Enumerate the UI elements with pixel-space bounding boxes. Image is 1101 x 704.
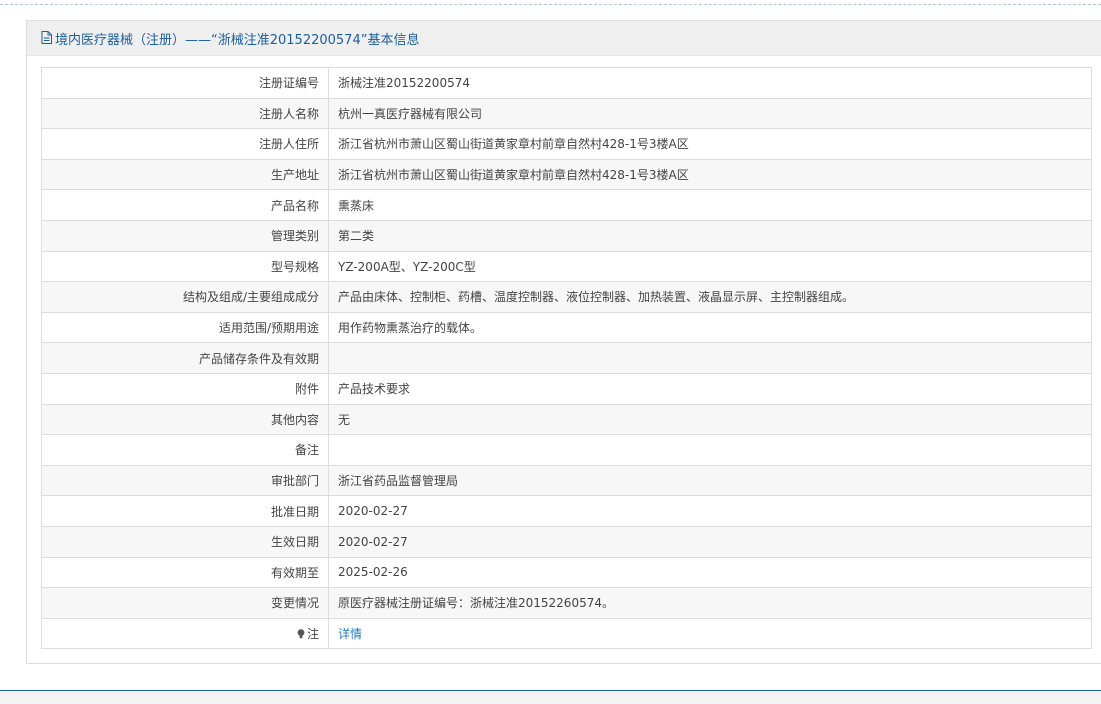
table-row: 产品名称 熏蒸床 <box>41 189 1092 221</box>
table-row: 其他内容 无 <box>41 403 1092 436</box>
row-label: 产品名称 <box>41 189 329 221</box>
row-label: 变更情况 <box>41 587 329 619</box>
table-row: 生效日期 2020-02-27 <box>41 525 1092 558</box>
bulb-icon <box>297 629 305 639</box>
table-row: 批准日期 2020-02-27 <box>41 495 1092 527</box>
row-label: 注册人名称 <box>41 97 329 130</box>
row-label: 注册证编号 <box>41 67 329 99</box>
row-label: 批准日期 <box>41 495 329 527</box>
info-panel: 境内医疗器械（注册）——“浙械注准20152200574”基本信息 注册证编号 … <box>26 20 1101 664</box>
note-label-cell: 注 <box>41 617 329 650</box>
table-row: 管理类别 第二类 <box>41 219 1092 252</box>
row-label: 产品储存条件及有效期 <box>41 342 329 374</box>
table-row: 有效期至 2025-02-26 <box>41 556 1092 589</box>
row-value: 2025-02-26 <box>328 556 1092 589</box>
row-value: 无 <box>328 403 1092 436</box>
note-value-cell: 详情 <box>328 617 1092 650</box>
row-value: 浙江省杭州市萧山区蜀山街道黄家章村前章自然村428-1号3楼A区 <box>328 158 1092 191</box>
row-value: 产品技术要求 <box>328 372 1092 405</box>
row-value: 浙械注准20152200574 <box>328 67 1092 99</box>
row-value: 熏蒸床 <box>328 189 1092 221</box>
row-value <box>328 434 1092 466</box>
table-row: 注册证编号 浙械注准20152200574 <box>41 67 1092 99</box>
row-value: 杭州一真医疗器械有限公司 <box>328 97 1092 130</box>
table-row: 注册人名称 杭州一真医疗器械有限公司 <box>41 97 1092 130</box>
row-value: 2020-02-27 <box>328 525 1092 558</box>
table-row: 备注 <box>41 434 1092 466</box>
row-label: 生效日期 <box>41 525 329 558</box>
row-value: 2020-02-27 <box>328 495 1092 527</box>
row-label: 其他内容 <box>41 403 329 436</box>
row-label: 有效期至 <box>41 556 329 589</box>
row-label: 适用范围/预期用途 <box>41 311 329 344</box>
top-dashed-border <box>0 4 1101 5</box>
row-label: 注册人住所 <box>41 128 329 160</box>
bottom-panel-edge <box>0 690 1101 704</box>
panel-header: 境内医疗器械（注册）——“浙械注准20152200574”基本信息 <box>27 21 1101 56</box>
row-value: 原医疗器械注册证编号：浙械注准20152260574。 <box>328 587 1092 619</box>
row-label: 管理类别 <box>41 219 329 252</box>
row-label: 附件 <box>41 372 329 405</box>
row-value <box>328 342 1092 374</box>
table-row: 注册人住所 浙江省杭州市萧山区蜀山街道黄家章村前章自然村428-1号3楼A区 <box>41 128 1092 160</box>
row-label: 型号规格 <box>41 250 329 283</box>
registration-info-table: 注册证编号 浙械注准20152200574 注册人名称 杭州一真医疗器械有限公司… <box>41 67 1092 650</box>
row-value: 浙江省药品监督管理局 <box>328 464 1092 497</box>
note-label: 注 <box>306 626 319 641</box>
note-row: 注 详情 <box>41 617 1092 650</box>
table-body: 注册证编号 浙械注准20152200574 注册人名称 杭州一真医疗器械有限公司… <box>41 67 1092 650</box>
row-value: YZ-200A型、YZ-200C型 <box>328 250 1092 283</box>
table-row: 变更情况 原医疗器械注册证编号：浙械注准20152260574。 <box>41 587 1092 619</box>
row-label: 结构及组成/主要组成成分 <box>41 281 329 313</box>
table-row: 附件 产品技术要求 <box>41 372 1092 405</box>
details-link[interactable]: 详情 <box>338 627 362 641</box>
table-row: 审批部门 浙江省药品监督管理局 <box>41 464 1092 497</box>
row-label: 备注 <box>41 434 329 466</box>
table-row: 适用范围/预期用途 用作药物熏蒸治疗的载体。 <box>41 311 1092 344</box>
table-row: 产品储存条件及有效期 <box>41 342 1092 374</box>
document-icon <box>41 30 52 44</box>
table-row: 结构及组成/主要组成成分 产品由床体、控制柜、药槽、温度控制器、液位控制器、加热… <box>41 281 1092 313</box>
table-row: 型号规格 YZ-200A型、YZ-200C型 <box>41 250 1092 283</box>
row-value: 浙江省杭州市萧山区蜀山街道黄家章村前章自然村428-1号3楼A区 <box>328 128 1092 160</box>
row-value: 用作药物熏蒸治疗的载体。 <box>328 311 1092 344</box>
row-value: 第二类 <box>328 219 1092 252</box>
row-label: 审批部门 <box>41 464 329 497</box>
row-value: 产品由床体、控制柜、药槽、温度控制器、液位控制器、加热装置、液晶显示屏、主控制器… <box>328 281 1092 313</box>
page-title: 境内医疗器械（注册）——“浙械注准20152200574”基本信息 <box>55 32 420 48</box>
row-label: 生产地址 <box>41 158 329 191</box>
table-row: 生产地址 浙江省杭州市萧山区蜀山街道黄家章村前章自然村428-1号3楼A区 <box>41 158 1092 191</box>
